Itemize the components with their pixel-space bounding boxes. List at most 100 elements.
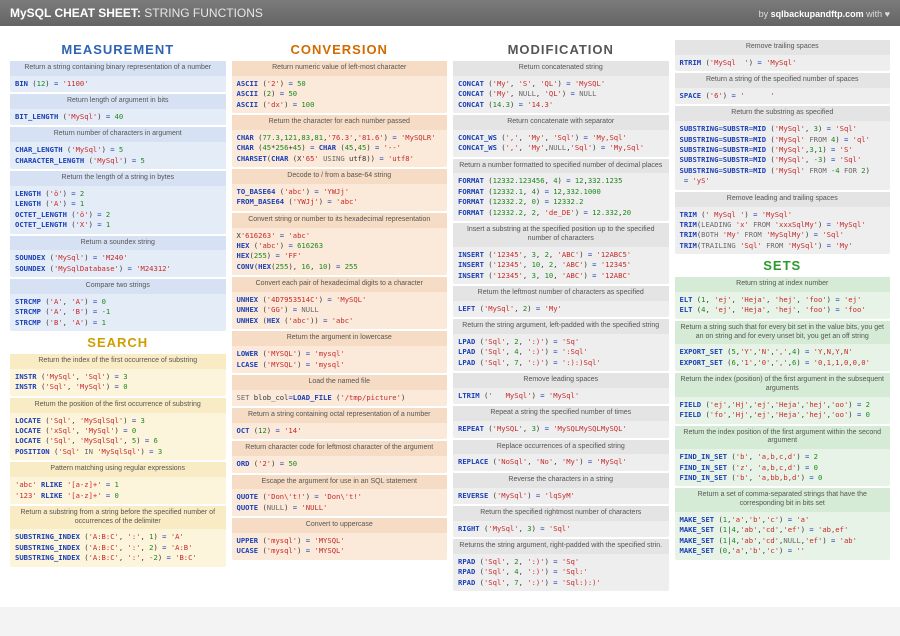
group-description: Return the position of the first occurre… xyxy=(10,398,226,413)
group-examples: LOCATE ('Sql', 'MySqlSql') = 3 LOCATE ('… xyxy=(10,413,226,461)
function-group: Remove leading spacesLTRIM (' MySql') = … xyxy=(453,373,669,404)
column: MODIFICATION Return concatenated stringCO… xyxy=(453,40,669,593)
group-description: Reverse the characters in a string xyxy=(453,473,669,488)
column: Remove trailing spacesRTRIM ('MySql ') =… xyxy=(675,40,891,562)
group-examples: UPPER ('mysql') = 'MYSQL' UCASE ('mysql'… xyxy=(232,533,448,560)
group-description: Return the string argument, left-padded … xyxy=(453,319,669,334)
function-group: Return concatenate with separatorCONCAT_… xyxy=(453,115,669,157)
group-examples: SOUNDEX ('MySql') = 'M240' SOUNDEX ('MyS… xyxy=(10,250,226,277)
group-examples: BIT_LENGTH ('MySql') = 40 xyxy=(10,109,226,125)
group-examples: TO_BASE64 ('abc') = 'YWJj' FROM_BASE64 (… xyxy=(232,184,448,211)
function-group: Return the substring as specifiedSUBSTRI… xyxy=(675,106,891,189)
group-description: Return string at index number xyxy=(675,277,891,292)
function-group: Return a number formatted to specified n… xyxy=(453,159,669,222)
section-sets: SETS Return string at index numberELT (1,… xyxy=(675,256,891,561)
function-group: Return character code for leftmost chara… xyxy=(232,441,448,472)
function-group: Reverse the characters in a stringREVERS… xyxy=(453,473,669,504)
section-conversion: CONVERSIONReturn numeric value of left-m… xyxy=(232,40,448,562)
group-description: Return a string such that for every bit … xyxy=(675,321,891,345)
function-group: Return length of argument in bitsBIT_LEN… xyxy=(10,94,226,125)
group-examples: LENGTH ('ö') = 2 LENGTH ('A') = 1 OCTET_… xyxy=(10,186,226,234)
group-description: Convert to uppercase xyxy=(232,518,448,533)
group-examples: BIN (12) = '1100' xyxy=(10,76,226,92)
group-examples: ELT (1, 'ej', 'Heja', 'hej', 'foo') = 'e… xyxy=(675,292,891,319)
group-examples: LPAD ('Sql', 2, ':)') = 'Sq' LPAD ('Sql'… xyxy=(453,334,669,371)
group-examples: MAKE_SET (1,'a','b','c') = 'a' MAKE_SET … xyxy=(675,512,891,560)
function-group: Return the character for each number pas… xyxy=(232,115,448,167)
function-group: Remove trailing spacesRTRIM ('MySql ') =… xyxy=(675,40,891,71)
function-group: Load the named fileSET blob_col=LOAD_FIL… xyxy=(232,375,448,406)
function-group: Return the string argument, left-padded … xyxy=(453,319,669,371)
header-subtitle: STRING FUNCTIONS xyxy=(144,6,263,20)
function-group: Replace occurrences of a specified strin… xyxy=(453,440,669,471)
function-group: Insert a substring at the specified posi… xyxy=(453,223,669,284)
group-description: Return a number formatted to specified n… xyxy=(453,159,669,174)
function-group: Return concatenated stringCONCAT ('My', … xyxy=(453,61,669,113)
group-description: Return numeric value of left-most charac… xyxy=(232,61,448,76)
group-examples: RPAD ('Sql', 2, ':)') = 'Sq' RPAD ('Sql'… xyxy=(453,554,669,591)
group-examples: RTRIM ('MySql ') = 'MySql' xyxy=(675,55,891,71)
page-header: MySQL CHEAT SHEET: STRING FUNCTIONS by s… xyxy=(0,0,900,26)
function-group: Return a soundex stringSOUNDEX ('MySql')… xyxy=(10,236,226,278)
function-group: Return the leftmost number of characters… xyxy=(453,286,669,317)
section-search: SEARCHReturn the index of the first occu… xyxy=(10,333,226,569)
group-description: Return length of argument in bits xyxy=(10,94,226,109)
group-description: Return a string containing binary repres… xyxy=(10,61,226,76)
group-description: Return the substring as specified xyxy=(675,106,891,121)
group-examples: ASCII ('2') = 50 ASCII (2) = 50 ASCII ('… xyxy=(232,76,448,113)
group-description: Return the character for each number pas… xyxy=(232,115,448,130)
group-description: Return concatenated string xyxy=(453,61,669,76)
group-examples: FIND_IN_SET ('b', 'a,b,c,d') = 2 FIND_IN… xyxy=(675,449,891,486)
group-examples: CHAR (77.3,121,83,81,'76.3','81.6') = 'M… xyxy=(232,130,448,167)
section-modification: MODIFICATION Return concatenated stringCO… xyxy=(453,40,669,593)
group-examples: QUOTE ('Don\'t!') = 'Don\'t!' QUOTE (NUL… xyxy=(232,489,448,516)
function-group: Return numeric value of left-most charac… xyxy=(232,61,448,113)
group-examples: REPEAT ('MySQL', 3) = 'MySQLMySQLMySQL' xyxy=(453,421,669,437)
group-examples: FORMAT (12332.123456, 4) = 12,332.1235 F… xyxy=(453,173,669,221)
section-modification: Remove trailing spacesRTRIM ('MySql ') =… xyxy=(675,40,891,256)
group-description: Return the index (position) of the first… xyxy=(675,373,891,397)
group-description: Return the leftmost number of characters… xyxy=(453,286,669,301)
by-suffix: with ♥ xyxy=(864,9,890,19)
group-description: Return the index position of the first a… xyxy=(675,426,891,450)
group-examples: REVERSE ('MySql') = 'lqSyM' xyxy=(453,488,669,504)
group-description: Return the length of a string in bytes xyxy=(10,171,226,186)
group-description: Load the named file xyxy=(232,375,448,390)
function-group: Return the index position of the first a… xyxy=(675,426,891,487)
group-examples: STRCMP ('A', 'A') = 0 STRCMP ('A', 'B') … xyxy=(10,294,226,331)
group-description: Insert a substring at the specified posi… xyxy=(453,223,669,247)
function-group: Return the position of the first occurre… xyxy=(10,398,226,461)
group-examples: SUBSTRING=SUBSTR=MID ('MySql', 3) = 'Sql… xyxy=(675,121,891,190)
section-title: SETS xyxy=(675,258,891,273)
group-description: Remove leading spaces xyxy=(453,373,669,388)
group-description: Repeat a string the specified number of … xyxy=(453,406,669,421)
by-link[interactable]: sqlbackupandftp.com xyxy=(771,9,864,19)
group-examples: 'abc' RLIKE '[a-z]+' = 1 '123' RLIKE '[a… xyxy=(10,477,226,504)
group-description: Return the specified rightmost number of… xyxy=(453,506,669,521)
group-examples: ORD ('2') = 50 xyxy=(232,456,448,472)
group-examples: OCT (12) = '14' xyxy=(232,423,448,439)
function-group: Return the length of a string in bytesLE… xyxy=(10,171,226,234)
function-group: Returns the string argument, right-padde… xyxy=(453,539,669,591)
column: MEASUREMENT Return a string containing bi… xyxy=(10,40,226,569)
function-group: Escape the argument for use in an SQL st… xyxy=(232,475,448,517)
function-group: Return a set of comma-separated strings … xyxy=(675,488,891,559)
function-group: Return the index of the first occurrence… xyxy=(10,354,226,396)
section-title: MODIFICATION xyxy=(453,42,669,57)
function-group: Remove leading and trailing spacesTRIM (… xyxy=(675,192,891,255)
group-examples: LOWER ('MYSQL') = 'mysql' LCASE ('MYSQL'… xyxy=(232,346,448,373)
column: CONVERSIONReturn numeric value of left-m… xyxy=(232,40,448,562)
group-description: Replace occurrences of a specified strin… xyxy=(453,440,669,455)
header-title: MySQL CHEAT SHEET: xyxy=(10,6,141,20)
function-group: Return a substring from a string before … xyxy=(10,506,226,567)
group-description: Pattern matching using regular expressio… xyxy=(10,462,226,477)
group-description: Returns the string argument, right-padde… xyxy=(453,539,669,554)
group-examples: CHAR_LENGTH ('MySql') = 5 CHARACTER_LENG… xyxy=(10,142,226,169)
group-description: Convert each pair of hexadecimal digits … xyxy=(232,277,448,292)
function-group: Repeat a string the specified number of … xyxy=(453,406,669,437)
group-description: Return number of characters in argument xyxy=(10,127,226,142)
group-description: Decode to / from a base-64 string xyxy=(232,169,448,184)
function-group: Return a string containing octal represe… xyxy=(232,408,448,439)
section-title: MEASUREMENT xyxy=(10,42,226,57)
function-group: Return the specified rightmost number of… xyxy=(453,506,669,537)
